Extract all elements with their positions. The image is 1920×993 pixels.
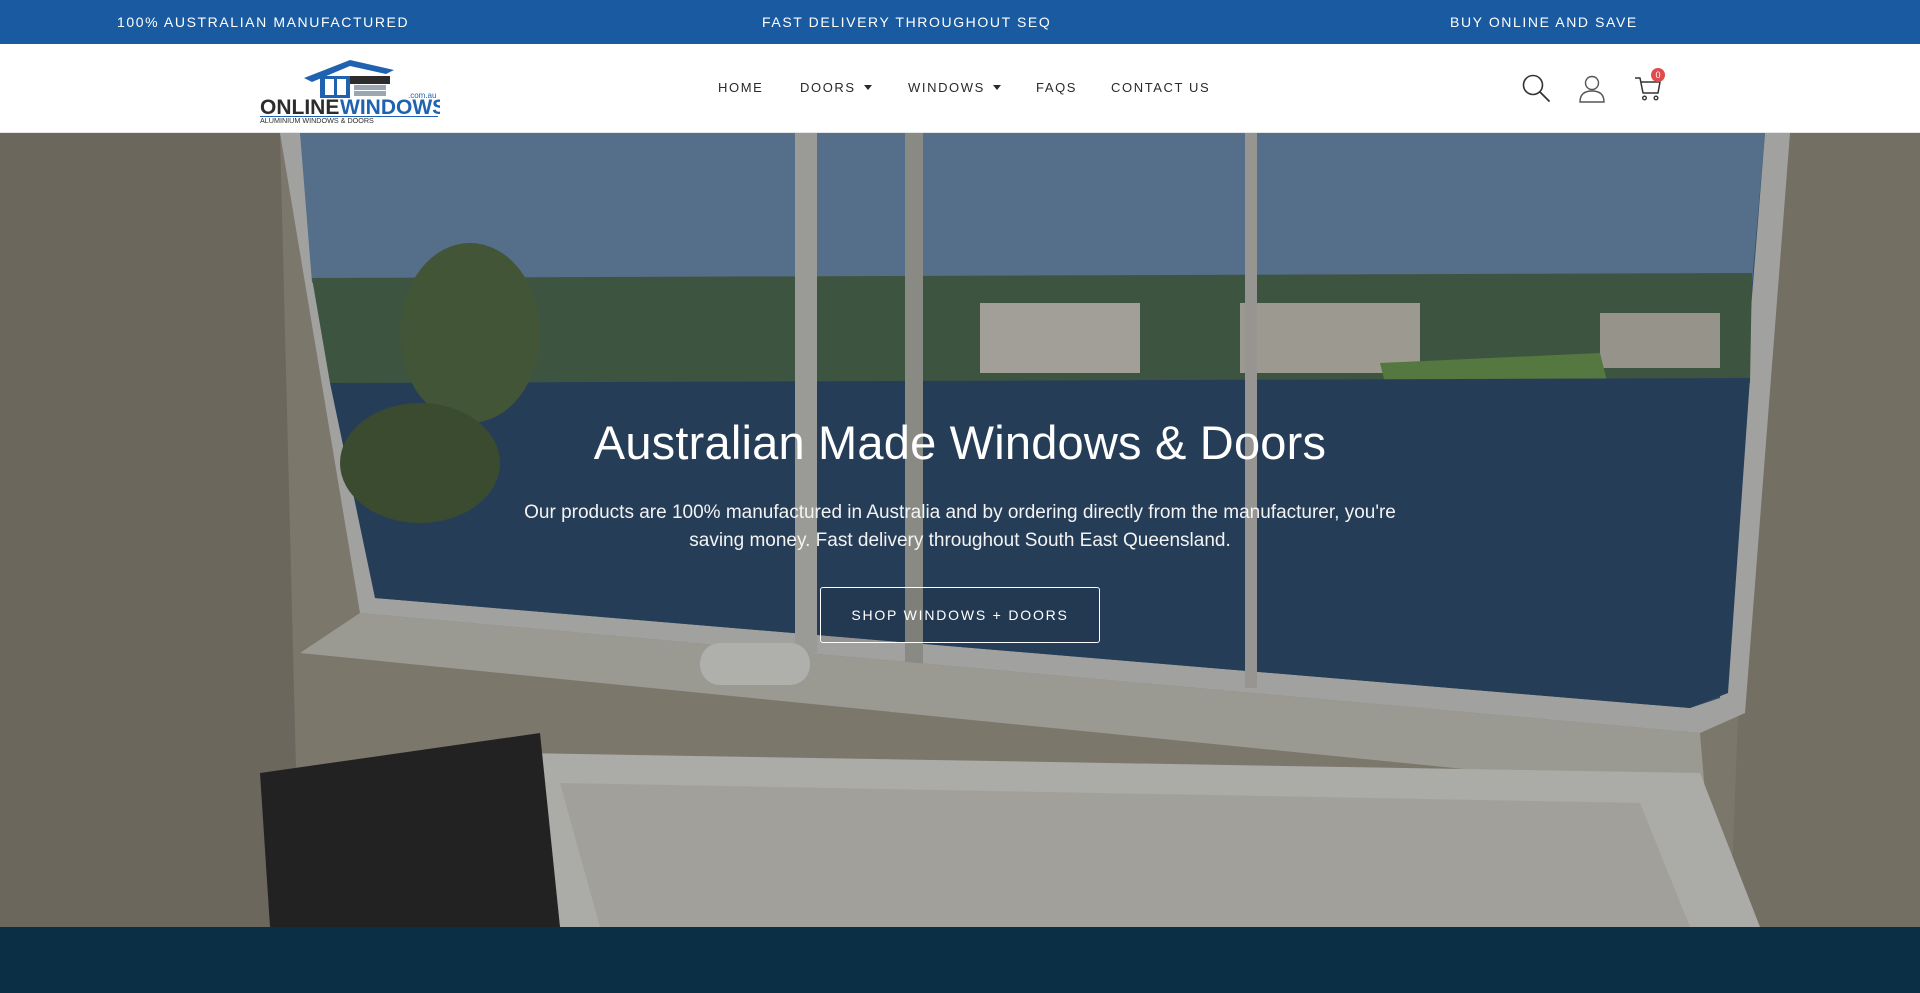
hero-description: Our products are 100% manufactured in Au… [524, 502, 1396, 551]
search-button[interactable] [1520, 72, 1552, 104]
nav-doors[interactable]: Doors [800, 44, 872, 132]
cart-count-badge: 0 [1651, 68, 1665, 82]
announcement-delivery: Fast Delivery Throughout SEQ [762, 14, 1052, 30]
search-icon [1522, 74, 1550, 102]
shop-windows-doors-button[interactable]: Shop Windows + Doors [820, 587, 1100, 643]
nav-doors-label: Doors [800, 80, 856, 95]
hero-title: Australian Made Windows & Doors [593, 416, 1327, 469]
nav-windows-label: Windows [908, 80, 985, 95]
user-icon [1579, 75, 1605, 103]
hero-section: Australian Made Windows & Doors Our prod… [0, 133, 1920, 927]
nav-home[interactable]: Home [718, 44, 763, 132]
nav-faqs[interactable]: FAQs [1036, 44, 1077, 132]
site-header: .com.au ONLINE WINDOWS ALUMINIUM WINDOWS… [0, 44, 1920, 133]
next-section-band [0, 927, 1920, 993]
nav-home-label: Home [718, 80, 764, 95]
nav-contact-label: Contact Us [1111, 80, 1211, 95]
chevron-down-icon [992, 85, 1001, 90]
nav-windows[interactable]: Windows [908, 44, 1001, 132]
announcement-bar: 100% Australian Manufactured Fast Delive… [0, 0, 1920, 44]
chevron-down-icon [863, 85, 872, 90]
announcement-buy-online: Buy Online and Save [1450, 14, 1638, 30]
announcement-manufactured: 100% Australian Manufactured [117, 14, 410, 30]
nav-contact-us[interactable]: Contact Us [1111, 44, 1210, 132]
account-button[interactable] [1576, 72, 1608, 104]
nav-faqs-label: FAQs [1036, 80, 1078, 95]
